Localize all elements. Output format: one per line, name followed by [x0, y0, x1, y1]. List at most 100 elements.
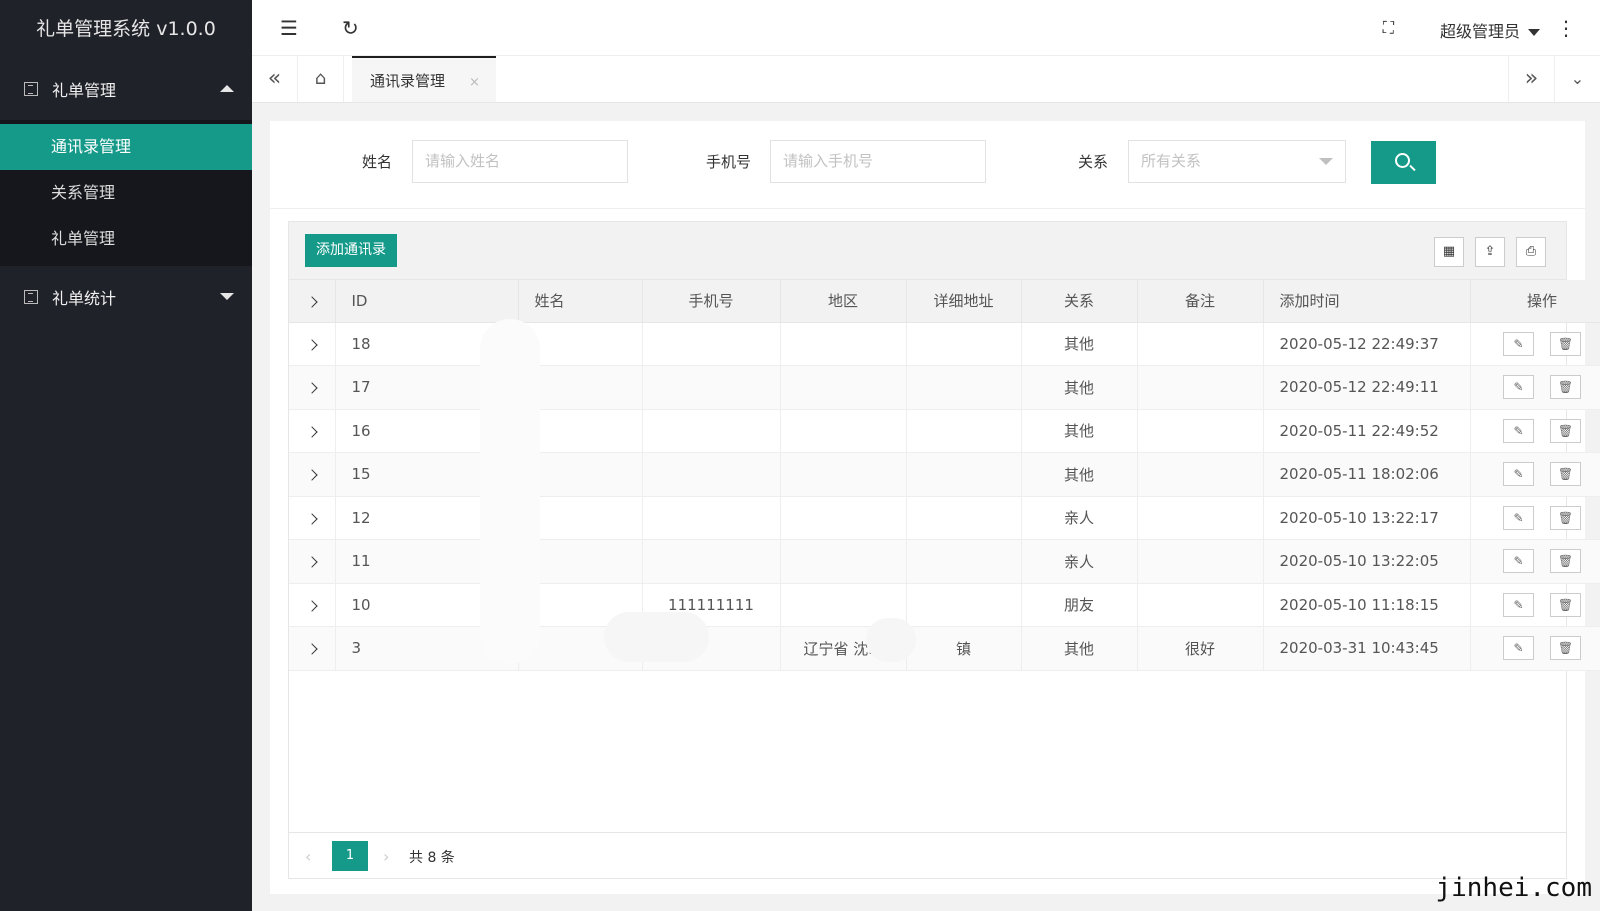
chevron-right-icon[interactable] [306, 469, 318, 481]
expand-cell[interactable] [289, 496, 336, 540]
delete-icon[interactable]: 🗑 [1550, 549, 1581, 574]
cell-note [1137, 409, 1264, 453]
chevron-right-icon[interactable] [306, 600, 318, 612]
edit-icon[interactable]: ✎ [1503, 375, 1534, 400]
column-header[interactable]: 添加时间 [1263, 280, 1471, 323]
cell-note [1137, 322, 1264, 366]
cell-relation: 其他 [1021, 365, 1138, 410]
column-header[interactable]: 手机号 [642, 280, 781, 323]
export-icon[interactable]: ⇪ [1475, 237, 1505, 267]
edit-icon[interactable]: ✎ [1503, 636, 1534, 661]
cell-note [1137, 496, 1264, 540]
prev-page-icon[interactable]: ‹ [305, 847, 311, 866]
fullscreen-icon[interactable]: ⛶ [1383, 18, 1394, 38]
menu-collapse-icon[interactable]: ☰ [280, 18, 298, 38]
expand-cell[interactable] [289, 365, 336, 410]
user-menu[interactable]: 超级管理员 [1440, 18, 1540, 42]
cell-address [906, 583, 1022, 627]
user-name: 超级管理员 [1439, 22, 1520, 41]
column-header[interactable]: 关系 [1021, 280, 1138, 323]
columns-filter-icon[interactable]: ▦ [1434, 237, 1464, 267]
sidebar-item-gifts[interactable]: 礼单管理 [0, 216, 252, 262]
cell-relation: 其他 [1021, 626, 1138, 671]
cell-address [906, 452, 1022, 497]
refresh-icon[interactable]: ↻ [342, 18, 359, 38]
table-toolbar: 添加通讯录 ▦ ⇪ ⎙ [289, 222, 1566, 280]
column-header[interactable]: 姓名 [518, 280, 643, 323]
sidebar-item-relations[interactable]: 关系管理 [0, 170, 252, 216]
cell-address [906, 365, 1022, 410]
chevron-right-icon[interactable] [306, 382, 318, 394]
watermark: jinhei.com [1435, 873, 1592, 903]
edit-icon[interactable]: ✎ [1503, 462, 1534, 487]
cell-time: 2020-05-12 22:49:11 [1263, 365, 1471, 410]
delete-icon[interactable]: 🗑 [1550, 592, 1581, 617]
cell-region [780, 365, 907, 410]
cell-region [780, 539, 907, 584]
nav-group-gift-management[interactable]: 礼单管理 [0, 58, 252, 120]
relation-select-value: 所有关系 [1141, 152, 1202, 170]
delete-icon[interactable]: 🗑 [1550, 331, 1581, 356]
delete-icon[interactable]: 🗑 [1550, 462, 1581, 487]
tabs-scroll-left-icon[interactable]: « [252, 56, 298, 102]
tab-contacts[interactable]: 通讯录管理 × [352, 56, 496, 102]
page-current[interactable]: 1 [332, 841, 368, 871]
cell-time: 2020-05-10 13:22:05 [1263, 539, 1471, 584]
column-header[interactable]: 备注 [1137, 280, 1264, 323]
cell-note [1137, 365, 1264, 410]
sidebar-item-contacts[interactable]: 通讯录管理 [0, 124, 252, 170]
edit-icon[interactable]: ✎ [1503, 592, 1534, 617]
cell-relation: 其他 [1021, 322, 1138, 366]
expand-cell[interactable] [289, 626, 336, 671]
expand-cell[interactable] [289, 322, 336, 366]
add-contact-button[interactable]: 添加通讯录 [305, 234, 397, 267]
close-icon[interactable]: × [469, 75, 480, 90]
list-icon [24, 290, 38, 304]
chevron-right-icon[interactable] [306, 426, 318, 438]
chevron-right-icon[interactable] [306, 556, 318, 568]
delete-icon[interactable]: 🗑 [1550, 636, 1581, 661]
delete-icon[interactable]: 🗑 [1550, 505, 1581, 530]
search-button[interactable] [1371, 141, 1436, 184]
cell-phone [642, 539, 781, 584]
cell-relation: 其他 [1021, 409, 1138, 453]
print-icon[interactable]: ⎙ [1516, 237, 1546, 267]
edit-icon[interactable]: ✎ [1503, 505, 1534, 530]
name-input[interactable]: 请输入姓名 [412, 140, 628, 183]
column-header[interactable]: 地区 [780, 280, 907, 323]
chevron-right-icon[interactable] [306, 296, 318, 308]
chevron-right-icon[interactable] [306, 643, 318, 655]
nav-group-label: 礼单统计 [52, 289, 117, 308]
tabs-scroll-right-icon[interactable]: » [1508, 56, 1554, 102]
relation-select[interactable]: 所有关系 [1128, 140, 1346, 183]
chevron-right-icon[interactable] [306, 513, 318, 525]
edit-icon[interactable]: ✎ [1503, 549, 1534, 574]
delete-icon[interactable]: 🗑 [1550, 418, 1581, 443]
cell-address [906, 409, 1022, 453]
relation-label: 关系 [1078, 153, 1109, 171]
next-page-icon[interactable]: › [383, 847, 389, 866]
list-icon [24, 82, 38, 96]
cell-region [780, 496, 907, 540]
edit-icon[interactable]: ✎ [1503, 418, 1534, 443]
total-count: 共 8 条 [409, 850, 455, 866]
expand-cell[interactable] [289, 539, 336, 584]
edit-icon[interactable]: ✎ [1503, 331, 1534, 356]
nav-group-gift-stats[interactable]: 礼单统计 [0, 266, 252, 328]
phone-label: 手机号 [706, 153, 752, 171]
phone-input[interactable]: 请输入手机号 [770, 140, 986, 183]
delete-icon[interactable]: 🗑 [1550, 375, 1581, 400]
actions-cell: ✎ 🗑 [1470, 452, 1600, 497]
expand-cell[interactable] [289, 583, 336, 627]
cell-relation: 亲人 [1021, 539, 1138, 584]
expand-cell[interactable] [289, 452, 336, 497]
home-icon[interactable]: ⌂ [298, 56, 344, 102]
more-vertical-icon[interactable]: ⋮ [1556, 18, 1576, 38]
expand-cell[interactable] [289, 409, 336, 453]
sidebar: 礼单管理系统 v1.0.0 礼单管理 通讯录管理 关系管理 礼单管理 礼单统计 [0, 0, 252, 911]
column-header[interactable]: 详细地址 [906, 280, 1022, 323]
column-header[interactable]: ID [335, 280, 519, 323]
chevron-down-icon[interactable]: ⌄ [1554, 56, 1600, 102]
select-caret-icon [1319, 158, 1333, 165]
chevron-right-icon[interactable] [306, 339, 318, 351]
